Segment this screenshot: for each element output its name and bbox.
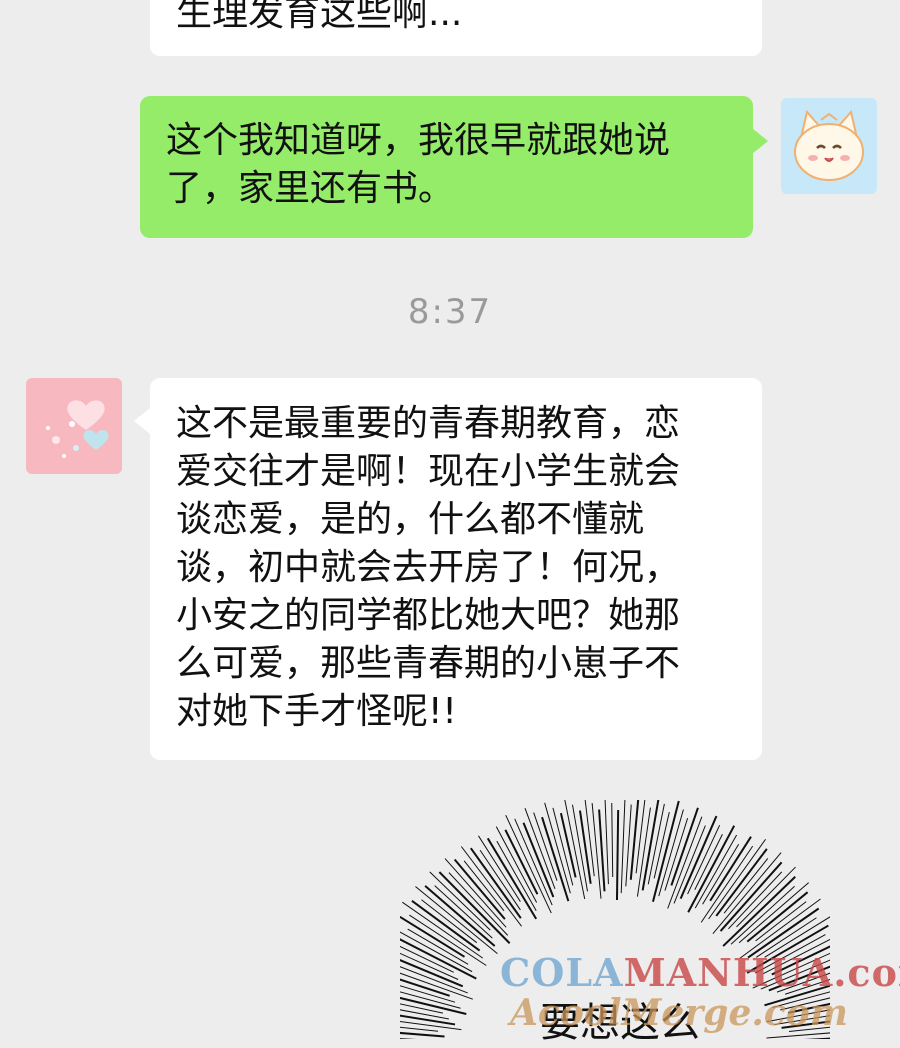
friend-avatar[interactable] — [26, 378, 122, 474]
speed-line — [615, 810, 620, 901]
speed-line — [578, 810, 592, 884]
message-line: 了，家里还有书。 — [166, 168, 455, 209]
message-line: 爱交往才是啊！现在小学生就会 — [176, 451, 681, 492]
message-line: 这个我知道呀，我很早就跟她说 — [166, 120, 671, 161]
message-line: 对她下手才怪呢!! — [176, 691, 457, 732]
speed-line — [598, 809, 606, 892]
message-line: 小安之的同学都比她大吧？她那 — [176, 595, 681, 636]
message-line: 谈，初中就会去开房了！何况， — [176, 547, 681, 588]
watermark-part: MANHUA — [623, 950, 834, 995]
speed-line — [611, 803, 614, 878]
watermark-colamanhua: COLAMANHUA.com — [500, 950, 900, 995]
watermark-acoolmerge: AcoolMerge.com — [510, 992, 848, 1034]
chat-bubble-outgoing[interactable]: 这个我知道呀，我很早就跟她说 了，家里还有书。 — [140, 96, 753, 238]
speed-line — [400, 1026, 439, 1032]
speed-line — [670, 807, 699, 886]
chat-bubble-incoming[interactable]: 这不是最重要的青春期教育，恋 爱交往才是啊！现在小学生就会 谈恋爱，是的，什么都… — [150, 378, 762, 760]
watermark-part: COLA — [500, 950, 624, 995]
bubble-tail — [134, 408, 150, 434]
speed-line — [400, 1031, 445, 1038]
speed-line — [400, 945, 454, 973]
speed-line — [604, 800, 609, 885]
speed-line — [411, 899, 481, 952]
speed-line — [400, 959, 464, 988]
speed-line — [664, 817, 689, 891]
speed-line — [620, 800, 626, 894]
message-line: 谈恋爱，是的，什么都不懂就 — [176, 499, 645, 540]
watermark-part: .com — [833, 950, 900, 995]
message-line: 么可爱，那些青春期的小崽子不 — [176, 643, 681, 684]
bubble-tail — [752, 128, 768, 154]
hearts-avatar-icon — [26, 378, 122, 474]
speed-line — [715, 848, 768, 917]
message-line: 这不是最重要的青春期教育，恋 — [176, 403, 681, 444]
speed-line — [629, 800, 640, 880]
chat-bubble-incoming[interactable]: 生理发育这些啊... — [150, 0, 762, 56]
cat-avatar-icon — [781, 98, 877, 194]
speed-line — [544, 802, 571, 894]
message-timestamp: 8:37 — [407, 292, 493, 332]
message-text: 生理发育这些啊... — [176, 0, 463, 34]
speed-line — [658, 809, 684, 897]
self-avatar[interactable] — [781, 98, 877, 194]
